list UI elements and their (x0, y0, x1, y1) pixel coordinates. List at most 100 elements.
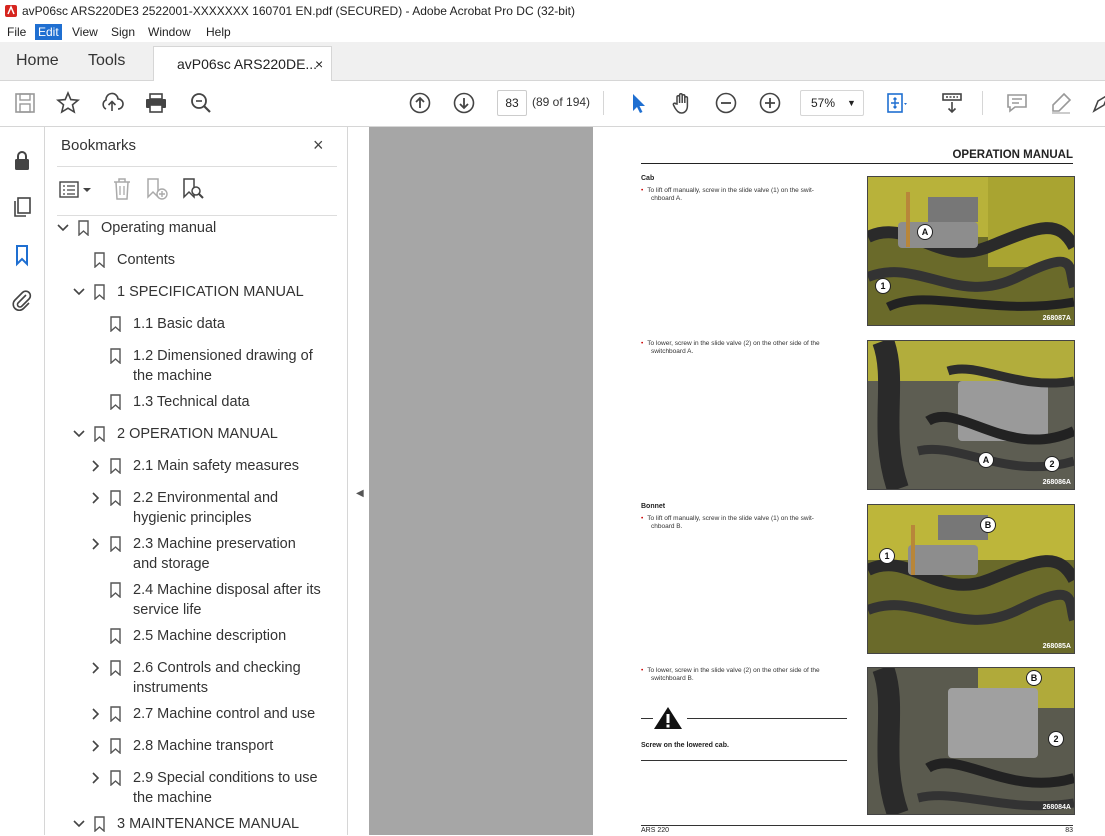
panel-splitter[interactable]: ◀ (347, 127, 370, 835)
chevron-right-icon[interactable] (89, 456, 101, 476)
chevron-right-icon[interactable] (89, 736, 101, 756)
tab-home[interactable]: Home (16, 42, 59, 80)
upload-cloud-icon[interactable] (100, 91, 124, 115)
chevron-right-icon[interactable] (89, 658, 101, 678)
bookmark-label-continued: hygienic principles (133, 510, 252, 526)
menu-edit[interactable]: Edit (35, 24, 62, 40)
chevron-right-icon[interactable] (89, 534, 101, 554)
bookmarks-panel: Bookmarks × Operating manual Contents 1 … (45, 127, 387, 835)
find-zoom-icon[interactable] (189, 91, 213, 115)
chevron-right-icon[interactable] (89, 768, 101, 788)
bookmark-label: 2.5 Machine description (133, 628, 287, 644)
close-panel-icon[interactable]: × (313, 135, 324, 156)
chevron-right-icon[interactable] (89, 704, 101, 724)
tab-document[interactable]: avP06sc ARS220DE... × (153, 46, 332, 82)
print-icon[interactable] (144, 91, 168, 115)
bookmark-item[interactable]: Operating manual (45, 219, 328, 240)
draw-icon[interactable] (1090, 91, 1105, 115)
hand-tool-icon[interactable] (670, 91, 694, 115)
zoom-out-icon[interactable] (714, 91, 738, 115)
chevron-down-icon[interactable] (73, 282, 85, 302)
instruction-text: • To lift off manually, screw in the slid… (641, 187, 814, 202)
figure-code: 268084A (1042, 804, 1071, 811)
zoom-dropdown[interactable]: 57% ▼ (800, 90, 864, 116)
bookmark-item[interactable]: 1.3 Technical data (45, 392, 328, 414)
chevron-down-icon[interactable] (73, 424, 85, 444)
zoom-value: 57% (811, 96, 836, 110)
warning-text: Screw on the lowered cab. (641, 742, 729, 749)
bookmark-icon (110, 582, 121, 598)
pages-thumbnails-icon[interactable] (10, 195, 34, 219)
bookmark-label: 2.6 Controls and checking (133, 660, 301, 676)
bookmark-label-continued: and storage (133, 556, 210, 572)
instruction-text: • To lower, screw in the slide valve (2) … (641, 667, 820, 682)
bookmark-tree: Operating manual Contents 1 SPECIFICATIO… (45, 219, 328, 835)
bookmark-item[interactable]: 2.3 Machine preservation and storage (45, 534, 328, 576)
comment-icon[interactable] (1005, 91, 1029, 115)
menu-sign[interactable]: Sign (108, 24, 138, 40)
save-icon[interactable] (13, 91, 37, 115)
find-bookmark-icon[interactable] (181, 177, 205, 201)
fit-page-icon[interactable] (884, 91, 908, 115)
menu-bar: File Edit View Sign Window Help (0, 22, 1105, 42)
zoom-in-icon[interactable] (758, 91, 782, 115)
section-heading-cab: Cab (641, 175, 655, 182)
bookmark-label-continued: the machine (133, 368, 212, 384)
menu-file[interactable]: File (4, 24, 29, 40)
previous-page-icon[interactable] (408, 91, 432, 115)
lock-icon[interactable] (10, 149, 34, 173)
page-number-input[interactable]: 83 (497, 90, 527, 116)
bookmark-label: 2.1 Main safety measures (133, 458, 300, 474)
bookmark-label: 2.2 Environmental and (133, 490, 279, 506)
delete-bookmark-icon[interactable] (111, 177, 133, 201)
bookmark-label: 1.1 Basic data (133, 316, 225, 332)
bookmark-icon (110, 628, 121, 644)
bookmark-item[interactable]: 2 OPERATION MANUAL (45, 424, 328, 446)
page-header: OPERATION MANUAL (641, 149, 1073, 164)
tab-tools[interactable]: Tools (88, 42, 125, 80)
bookmark-item[interactable]: 2.9 Special conditions to use the machin… (45, 768, 328, 810)
bookmark-label: 1.3 Technical data (133, 394, 250, 410)
scroll-mode-icon[interactable] (940, 91, 964, 115)
acrobat-icon (5, 5, 17, 17)
collapse-panel-icon[interactable]: ◀ (356, 488, 364, 499)
bookmark-item[interactable]: 2.4 Machine disposal after its service l… (45, 580, 328, 622)
select-cursor-icon[interactable] (626, 91, 650, 115)
bookmark-icon (110, 458, 121, 474)
bookmark-icon (78, 220, 89, 236)
window-title: avP06sc ARS220DE3 2522001-XXXXXXX 160701… (22, 4, 575, 18)
new-bookmark-icon[interactable] (145, 177, 169, 201)
bookmark-item[interactable]: 2.7 Machine control and use (45, 704, 328, 726)
menu-window[interactable]: Window (145, 24, 194, 40)
chevron-down-icon: ▼ (847, 98, 856, 108)
bookmark-item[interactable]: 2.5 Machine description (45, 626, 328, 648)
attachment-icon[interactable] (10, 289, 34, 313)
bookmark-item[interactable]: 2.6 Controls and checking instruments (45, 658, 328, 700)
bookmark-panel-icon[interactable] (10, 243, 34, 267)
bookmark-item[interactable]: 2.2 Environmental and hygienic principle… (45, 488, 328, 530)
toolbar-divider (982, 91, 983, 115)
bookmark-item[interactable]: 2.8 Machine transport (45, 736, 328, 758)
bookmark-label: 2.9 Special conditions to use (133, 770, 318, 786)
chevron-down-icon[interactable] (73, 814, 85, 834)
menu-help[interactable]: Help (203, 24, 234, 40)
bookmark-item[interactable]: 1.2 Dimensioned drawing of the machine (45, 346, 328, 388)
callout-marker: 1 (875, 278, 891, 294)
star-icon[interactable] (56, 91, 80, 115)
chevron-right-icon[interactable] (89, 488, 101, 508)
bookmark-item[interactable]: 2.1 Main safety measures (45, 456, 328, 478)
bookmark-item[interactable]: 1.1 Basic data (45, 314, 328, 336)
highlight-pen-icon[interactable] (1049, 91, 1073, 115)
close-tab-icon[interactable]: × (315, 47, 323, 81)
bookmark-icon (110, 536, 121, 552)
bookmark-options-icon[interactable] (59, 179, 93, 201)
bookmark-item[interactable]: 1 SPECIFICATION MANUAL (45, 282, 328, 304)
bookmark-icon (94, 816, 105, 832)
bookmark-item[interactable]: Contents (45, 250, 328, 272)
bookmark-item[interactable]: 3 MAINTENANCE MANUAL (45, 814, 328, 835)
next-page-icon[interactable] (452, 91, 476, 115)
chevron-down-icon[interactable] (57, 219, 69, 238)
callout-marker: 2 (1044, 456, 1060, 472)
bookmark-icon (110, 706, 121, 722)
menu-view[interactable]: View (69, 24, 101, 40)
